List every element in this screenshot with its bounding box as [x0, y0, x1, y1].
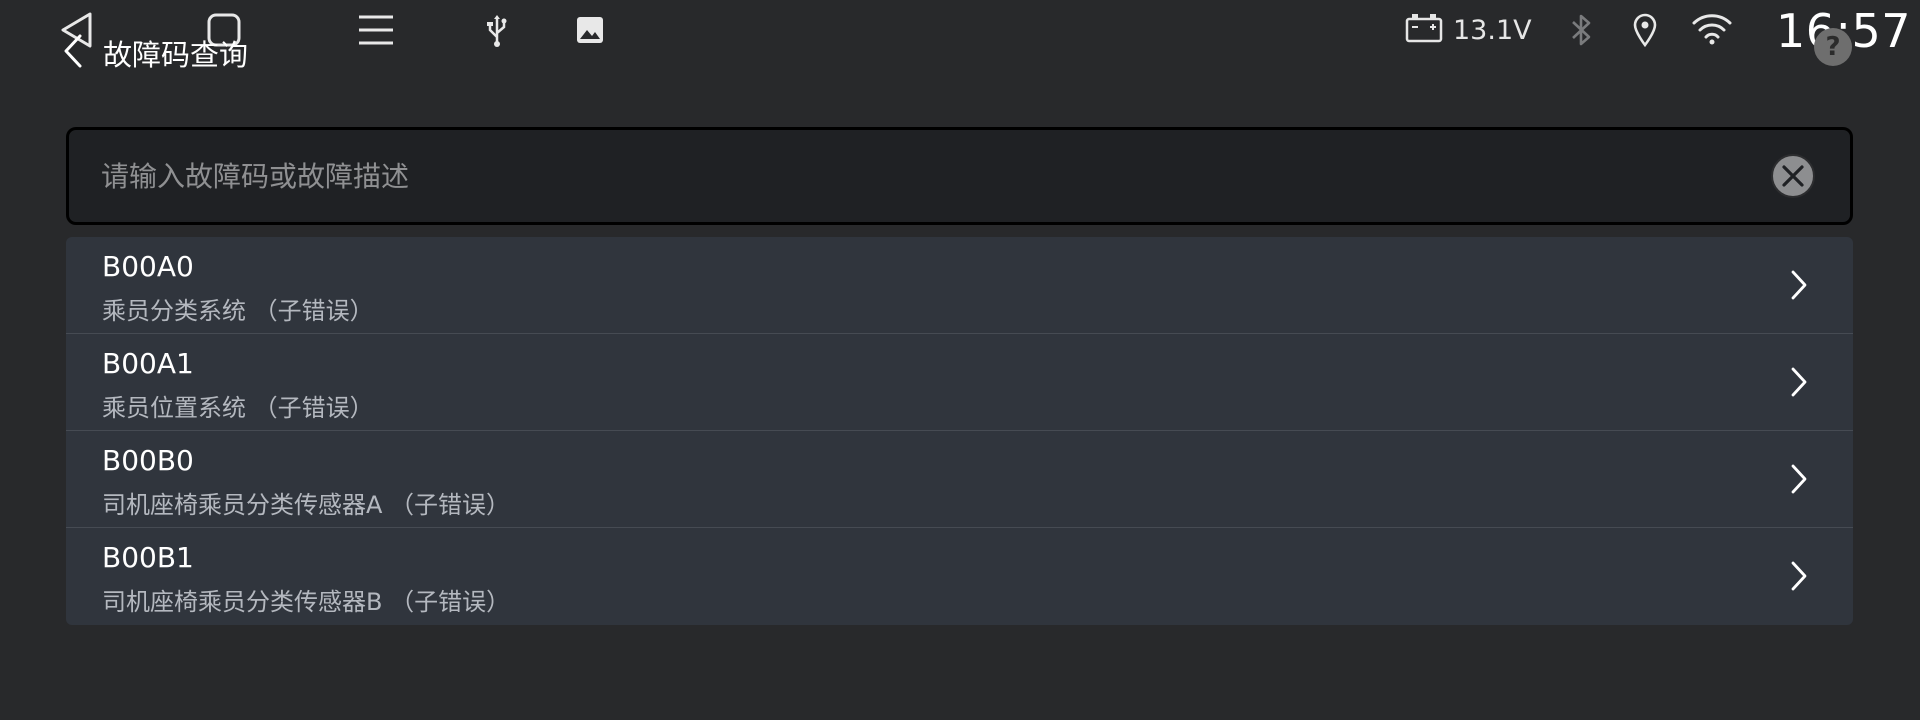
list-item[interactable]: B00A1 乘员位置系统 （子错误）: [66, 334, 1853, 431]
image-icon: [574, 14, 606, 46]
car-battery-icon: [1405, 13, 1443, 47]
fault-code: B00B1: [102, 541, 194, 574]
location-pin-icon: [1630, 12, 1660, 48]
clear-search-button[interactable]: [1771, 154, 1815, 198]
search-input[interactable]: [101, 130, 1701, 222]
back-button[interactable]: [58, 30, 88, 72]
page-title: 故障码查询: [103, 38, 249, 72]
wifi-icon: [1690, 12, 1734, 46]
fault-code: B00A1: [102, 347, 194, 380]
fault-code: B00B0: [102, 444, 194, 477]
bluetooth-icon: [1566, 12, 1596, 48]
fault-description: 司机座椅乘员分类传感器A （子错误）: [102, 491, 511, 519]
usb-icon: [482, 14, 512, 48]
battery-status: 13.1V: [1405, 12, 1532, 48]
fault-code: B00A0: [102, 250, 194, 283]
menu-lines-icon[interactable]: [356, 10, 396, 50]
chevron-right-icon: [1788, 364, 1810, 400]
list-item[interactable]: B00A0 乘员分类系统 （子错误）: [66, 237, 1853, 334]
fault-description: 司机座椅乘员分类传感器B （子错误）: [102, 588, 511, 616]
chevron-right-icon: [1788, 267, 1810, 303]
close-icon: [1782, 165, 1804, 187]
list-item[interactable]: B00B1 司机座椅乘员分类传感器B （子错误）: [66, 528, 1853, 625]
list-item[interactable]: B00B0 司机座椅乘员分类传感器A （子错误）: [66, 431, 1853, 528]
battery-voltage: 13.1V: [1453, 14, 1532, 46]
fault-description: 乘员分类系统 （子错误）: [102, 297, 374, 325]
chevron-right-icon: [1788, 461, 1810, 497]
help-icon[interactable]: ?: [1814, 28, 1852, 66]
chevron-right-icon: [1788, 558, 1810, 594]
search-box: [66, 127, 1853, 225]
fault-description: 乘员位置系统 （子错误）: [102, 394, 374, 422]
status-bar: 13.1V 16:57: [0, 0, 1920, 62]
fault-code-list: B00A0 乘员分类系统 （子错误） B00A1 乘员位置系统 （子错误） B0…: [66, 237, 1853, 625]
